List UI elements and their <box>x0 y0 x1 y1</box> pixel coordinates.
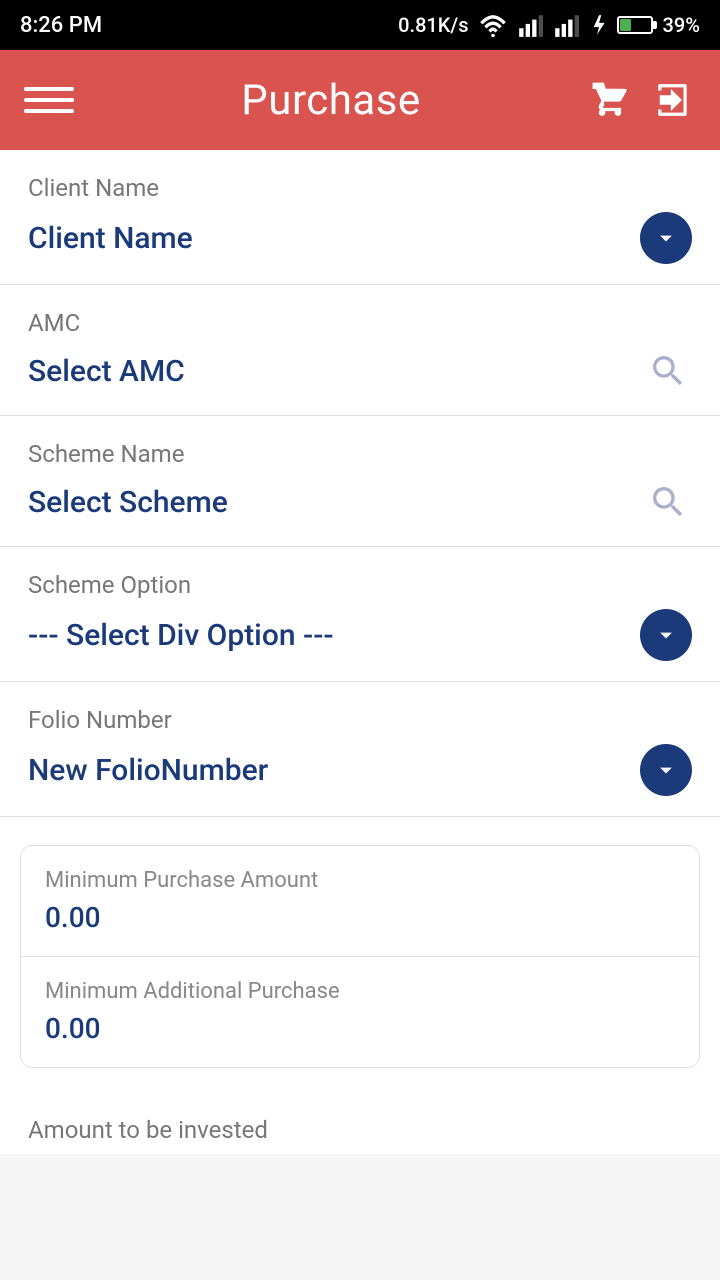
amount-label: Amount to be invested <box>0 1096 720 1154</box>
cart-button[interactable] <box>588 78 632 122</box>
logout-icon <box>655 81 693 119</box>
menu-button[interactable] <box>24 87 74 113</box>
signal-icon-2 <box>553 13 579 37</box>
folio-number-label: Folio Number <box>28 706 692 734</box>
scheme-option-dropdown[interactable] <box>640 609 692 661</box>
client-name-group: Client Name Client Name <box>0 150 720 285</box>
status-right: 0.81K/s <box>398 13 700 37</box>
scheme-search-button[interactable] <box>644 478 692 526</box>
amc-row[interactable]: Select AMC <box>28 347 692 415</box>
folio-number-row[interactable]: New FolioNumber <box>28 744 692 816</box>
search-icon <box>648 351 688 391</box>
battery-percent: 39% <box>663 13 700 37</box>
page-title: Purchase <box>74 76 588 125</box>
client-name-dropdown[interactable] <box>640 212 692 264</box>
amc-label: AMC <box>28 309 692 337</box>
scheme-option-label: Scheme Option <box>28 571 692 599</box>
folio-number-dropdown[interactable] <box>640 744 692 796</box>
network-speed: 0.81K/s <box>398 13 468 37</box>
scheme-option-row[interactable]: --- Select Div Option --- <box>28 609 692 681</box>
app-bar-actions <box>588 78 696 122</box>
charging-icon <box>589 13 607 37</box>
min-additional-label: Minimum Additional Purchase <box>45 979 675 1004</box>
logout-button[interactable] <box>652 78 696 122</box>
scheme-name-row[interactable]: Select Scheme <box>28 478 692 546</box>
time-display: 8:26 PM <box>20 13 102 38</box>
min-purchase-row: Minimum Purchase Amount 0.00 <box>21 846 699 956</box>
amc-group: AMC Select AMC <box>0 285 720 416</box>
scheme-option-value: --- Select Div Option --- <box>28 618 334 653</box>
chevron-down-icon-2 <box>652 621 680 649</box>
form-content: Client Name Client Name AMC Select AMC S… <box>0 150 720 1154</box>
chevron-down-icon <box>652 224 680 252</box>
min-additional-value: 0.00 <box>45 1012 675 1045</box>
folio-number-group: Folio Number New FolioNumber <box>0 682 720 817</box>
status-bar: 8:26 PM 0.81K/s <box>0 0 720 50</box>
scheme-option-group: Scheme Option --- Select Div Option --- <box>0 547 720 682</box>
scheme-name-group: Scheme Name Select Scheme <box>0 416 720 547</box>
folio-number-value: New FolioNumber <box>28 753 268 788</box>
info-card: Minimum Purchase Amount 0.00 Minimum Add… <box>20 845 700 1068</box>
chevron-down-icon-3 <box>652 756 680 784</box>
min-purchase-value: 0.00 <box>45 901 675 934</box>
wifi-icon <box>479 13 507 37</box>
client-name-value: Client Name <box>28 221 193 256</box>
app-bar: Purchase <box>0 50 720 150</box>
scheme-name-label: Scheme Name <box>28 440 692 468</box>
min-additional-row: Minimum Additional Purchase 0.00 <box>21 956 699 1067</box>
signal-icon-1 <box>517 13 543 37</box>
client-name-row[interactable]: Client Name <box>28 212 692 284</box>
cart-icon <box>591 81 629 119</box>
scheme-name-value: Select Scheme <box>28 485 228 520</box>
min-purchase-label: Minimum Purchase Amount <box>45 868 675 893</box>
amc-value: Select AMC <box>28 354 185 389</box>
battery-indicator <box>617 16 653 34</box>
client-name-label: Client Name <box>28 174 692 202</box>
search-icon-2 <box>648 482 688 522</box>
amc-search-button[interactable] <box>644 347 692 395</box>
